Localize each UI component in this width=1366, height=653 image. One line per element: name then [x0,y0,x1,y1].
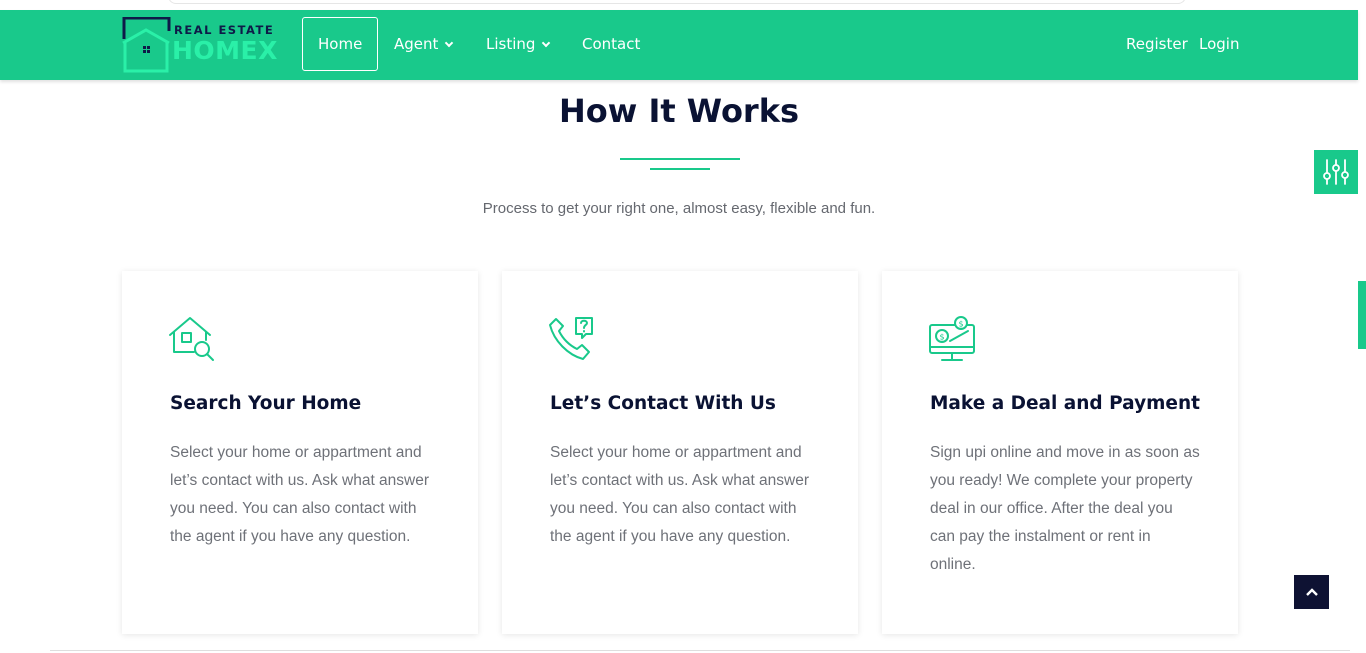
nav-contact-label: Contact [582,35,641,53]
card-text: Sign upi online and move in as soon as y… [930,444,1200,573]
card-text: Select your home or appartment and let’s… [170,444,430,545]
monitor-payment-icon: $ $ [929,316,975,361]
page-bottom-divider [50,650,1350,651]
svg-text:$: $ [939,333,944,342]
chevron-up-icon [1305,588,1318,596]
section-title: How It Works [558,92,800,130]
logo-tagline: REAL ESTATE [174,23,275,37]
register-link[interactable]: Register [1126,17,1188,71]
card-title: Make a Deal and Payment [930,393,1200,414]
card-title: Let’s Contact With Us [550,393,776,414]
nav-agent[interactable]: Agent [394,17,454,71]
chevron-down-icon [445,38,454,47]
sliders-icon [1323,159,1349,185]
house-search-icon [169,317,214,361]
chevron-down-icon [542,38,551,47]
nav-listing-label: Listing [486,35,536,53]
logo-wordmark: HOMEX [172,36,278,65]
card-text: Select your home or appartment and let’s… [550,444,810,545]
login-link[interactable]: Login [1199,17,1239,71]
back-to-top-button[interactable] [1294,575,1329,609]
title-divider-short [650,168,710,170]
settings-toggle-button[interactable] [1314,150,1358,194]
section-subtitle: Process to get your right one, almost ea… [482,200,876,217]
nav-listing[interactable]: Listing [486,17,551,71]
title-divider [620,158,740,160]
logo[interactable]: REAL ESTATE HOMEX [122,17,277,73]
card-contact-us: Let’s Contact With Us Select your home o… [502,271,858,634]
svg-text:$: $ [958,320,963,329]
scrollbar-thumb[interactable] [1358,281,1366,349]
nav-home[interactable]: Home [302,17,379,71]
nav-agent-label: Agent [394,35,439,53]
browser-bar-edge [168,0,1186,4]
card-title: Search Your Home [170,393,362,414]
nav-home-label: Home [318,35,363,53]
navbar: REAL ESTATE HOMEX Home Agent Listing Con… [0,10,1358,80]
phone-question-icon [549,317,593,360]
card-search-home: Search Your Home Select your home or app… [122,271,478,634]
card-deal-payment: $ $ Make a Deal and Payment Sign upi onl… [882,271,1238,634]
nav-contact[interactable]: Contact [582,17,640,71]
